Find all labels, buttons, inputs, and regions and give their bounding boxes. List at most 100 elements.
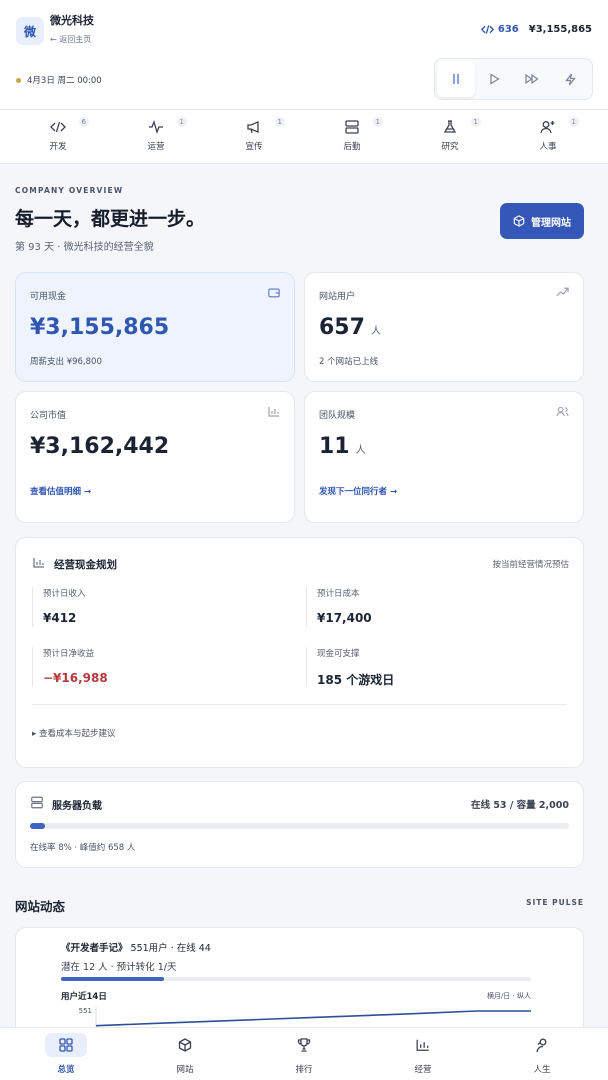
metric-value: −¥16,988 — [43, 671, 108, 685]
company-logo: 微 — [16, 17, 44, 45]
dept-label: 运营 — [147, 142, 165, 152]
cash-value: ¥3,155,865 — [30, 315, 170, 340]
play-button[interactable] — [475, 61, 513, 97]
users-value: 657 人 — [319, 315, 381, 340]
valuation-details-link[interactable]: 查看估值明细 → — [30, 485, 91, 497]
chart-axis-legend: 横月/日 · 纵人 — [486, 992, 531, 1000]
megaphone-icon — [247, 121, 259, 134]
dept-tab-dev[interactable]: 开发 6 — [16, 117, 100, 152]
dept-tab-logistics[interactable]: 后勤 1 — [310, 117, 394, 152]
users-icon — [556, 406, 569, 417]
cost-advice-toggle[interactable]: ▸ 查看成本与起步建议 — [32, 727, 115, 739]
daily-net-income: 预计日净收益 −¥16,988 — [32, 647, 302, 687]
metric-value: ¥412 — [43, 611, 77, 625]
dept-badge: 1 — [176, 117, 187, 127]
nav-life[interactable]: 人生 — [502, 1033, 582, 1075]
sites-online: 2 个网站已上线 — [319, 357, 379, 367]
nav-label: 网站 — [176, 1065, 194, 1075]
dept-label: 宣传 — [245, 142, 263, 152]
stat-label: 团队规模 — [319, 411, 356, 421]
dept-tab-hr[interactable]: 人事 1 — [506, 117, 590, 152]
top-bar: 微 微光科技 ← 返回主页 636 ¥3,155,865 4月3日 周二 00:… — [0, 0, 608, 110]
nav-ranking[interactable]: 排行 — [264, 1033, 344, 1075]
site-pulse-title: 网站动态 — [15, 899, 66, 914]
cash-plan-note: 按当前经营情况预估 — [492, 560, 569, 570]
header-cash: ¥3,155,865 — [528, 24, 592, 35]
pause-icon — [453, 74, 459, 84]
department-tabs: 开发 6 运营 1 宣传 1 后勤 1 研究 1 人事 1 — [0, 110, 608, 164]
server-icon — [345, 120, 359, 134]
dept-badge: 1 — [568, 117, 579, 127]
dept-label: 人事 — [539, 142, 557, 152]
daily-cost: 预计日成本 ¥17,400 — [306, 587, 576, 627]
dept-tab-marketing[interactable]: 宣传 1 — [212, 117, 296, 152]
turbo-button[interactable] — [551, 61, 589, 97]
code-points-value: 636 — [497, 24, 519, 35]
fast-forward-button[interactable] — [513, 61, 551, 97]
site-pulse-tag: SITE PULSE — [526, 898, 584, 907]
site-conversion: 潜在 12 人 · 预计转化 1/天 — [61, 962, 177, 973]
cash-plan-card: 经营现金规划 按当前经营情况预估 预计日收入 ¥412 预计日成本 ¥17,40… — [15, 537, 584, 768]
dept-tab-research[interactable]: 研究 1 — [408, 117, 492, 152]
team-card[interactable]: 团队规模 11 人 发现下一位同行者 → — [304, 391, 584, 523]
person-icon — [536, 1038, 547, 1052]
server-load-title: 服务器负载 — [52, 801, 102, 812]
stat-label: 公司市值 — [30, 411, 67, 421]
valuation-value: ¥3,162,442 — [30, 434, 170, 459]
daily-revenue: 预计日收入 ¥412 — [32, 587, 302, 627]
manage-site-button[interactable]: 管理网站 — [500, 203, 584, 239]
find-teammate-link[interactable]: 发现下一位同行者 → — [319, 485, 397, 497]
valuation-card[interactable]: 公司市值 ¥3,162,442 查看估值明细 → — [15, 391, 295, 523]
nav-label: 人生 — [533, 1065, 551, 1075]
weekly-salary: 周薪支出 ¥96,800 — [30, 357, 102, 367]
dept-label: 后勤 — [343, 142, 361, 152]
nav-label: 经营 — [414, 1065, 432, 1075]
back-to-home-link[interactable]: ← 返回主页 — [50, 34, 91, 45]
cash-card[interactable]: 可用现金 ¥3,155,865 周薪支出 ¥96,800 — [15, 272, 295, 382]
server-capacity: 在线 53 / 容量 2,000 — [471, 800, 569, 811]
user-plus-icon — [540, 121, 555, 134]
y-tick-label: 551 — [79, 1007, 92, 1015]
metric-label: 预计日成本 — [317, 589, 360, 599]
nav-business[interactable]: 经营 — [383, 1033, 463, 1075]
metric-label: 现金可支撑 — [317, 649, 360, 659]
grid-icon — [59, 1038, 73, 1052]
pause-button[interactable] — [437, 61, 475, 97]
dept-tab-operations[interactable]: 运营 1 — [114, 117, 198, 152]
dept-label: 研究 — [441, 142, 459, 152]
metric-label: 预计日净收益 — [43, 649, 95, 659]
bottom-nav: 总览 网站 排行 经营 人生 — [0, 1027, 608, 1080]
server-load-footnote: 在线率 8% · 峰值约 658 人 — [30, 843, 136, 853]
pulse-icon — [149, 120, 163, 134]
section-overline: COMPANY OVERVIEW — [15, 186, 124, 195]
users-card[interactable]: 网站用户 657 人 2 个网站已上线 — [304, 272, 584, 382]
dept-badge: 1 — [274, 117, 285, 127]
code-icon — [480, 25, 494, 34]
site-conversion-bar — [61, 977, 531, 981]
wallet-icon — [268, 288, 280, 298]
code-icon — [50, 121, 66, 133]
metric-label: 预计日收入 — [43, 589, 86, 599]
team-unit: 人 — [355, 445, 366, 456]
server-load-bar — [30, 823, 569, 829]
cash-runway: 现金可支撑 185 个游戏日 — [306, 647, 576, 687]
nav-label: 总览 — [57, 1065, 75, 1075]
game-date: 4月3日 周二 00:00 — [16, 74, 102, 86]
site-name: 《开发者手记》 551用户 · 在线 44 — [61, 940, 211, 954]
nav-sites[interactable]: 网站 — [145, 1033, 225, 1075]
play-icon — [489, 73, 500, 85]
bar-chart-icon — [268, 407, 279, 417]
nav-overview[interactable]: 总览 — [26, 1033, 106, 1075]
game-date-text: 4月3日 周二 00:00 — [27, 76, 102, 86]
speed-control — [434, 58, 593, 100]
site-conversion-fill — [61, 977, 165, 981]
divider — [32, 704, 567, 705]
manage-site-label: 管理网站 — [531, 217, 571, 229]
users-count: 657 — [319, 315, 365, 340]
trophy-icon — [297, 1038, 311, 1052]
clock-dot-icon — [16, 77, 21, 83]
metric-value: ¥17,400 — [317, 611, 372, 625]
team-value: 11 人 — [319, 434, 366, 459]
fast-forward-icon — [525, 73, 539, 85]
users-unit: 人 — [370, 326, 381, 337]
